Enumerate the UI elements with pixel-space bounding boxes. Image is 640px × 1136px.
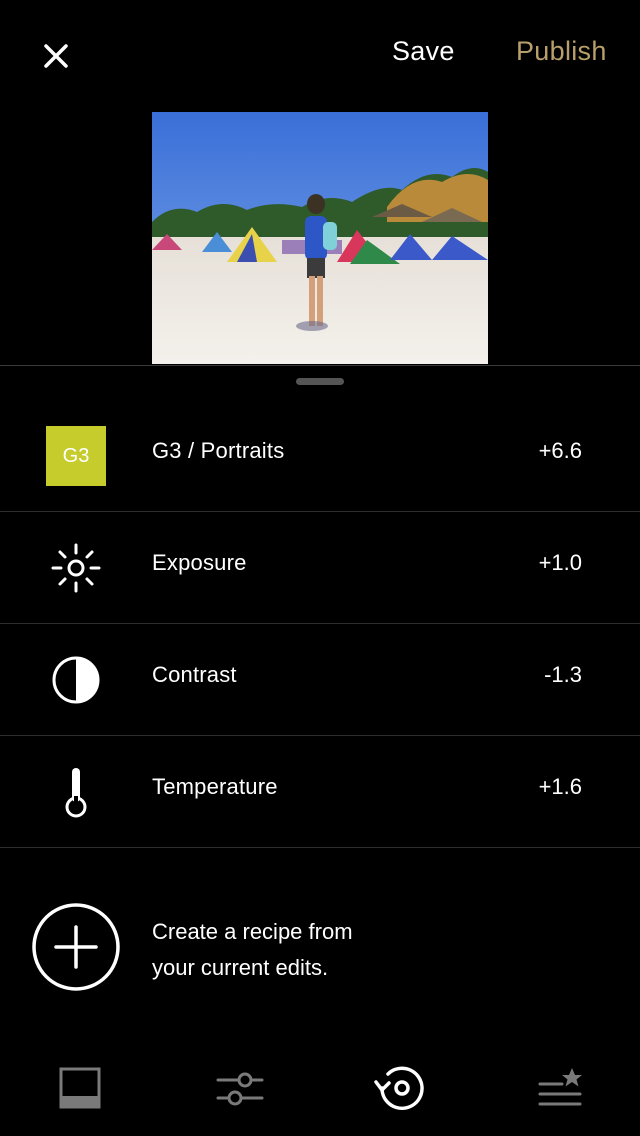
edit-row-temperature[interactable]: Temperature +1.6: [0, 736, 640, 848]
close-button[interactable]: [36, 36, 76, 76]
edit-row-contrast[interactable]: Contrast -1.3: [0, 624, 640, 736]
tab-history[interactable]: [370, 1058, 430, 1118]
exposure-icon: [46, 538, 106, 598]
history-icon: [374, 1066, 424, 1110]
tab-presets[interactable]: [50, 1058, 110, 1118]
edit-value: -1.3: [544, 662, 582, 687]
photo-preview[interactable]: [152, 112, 488, 364]
drag-handle[interactable]: [296, 378, 344, 385]
bottom-tab-bar: [0, 1040, 640, 1136]
close-icon: [44, 44, 68, 68]
edit-row-exposure[interactable]: Exposure +1.0: [0, 512, 640, 624]
tools-icon: [216, 1072, 264, 1106]
preset-icon: G3: [46, 426, 106, 486]
create-recipe[interactable]: Create a recipe from your current edits.: [0, 880, 640, 1020]
edit-value: +6.6: [538, 438, 582, 463]
create-recipe-line-1: Create a recipe from: [152, 919, 353, 944]
tab-recipes[interactable]: [530, 1058, 590, 1118]
save-button[interactable]: Save: [392, 36, 455, 67]
add-circle-icon[interactable]: [32, 903, 120, 991]
edit-label: Temperature: [152, 774, 278, 799]
presets-icon: [59, 1067, 101, 1109]
temperature-icon: [46, 762, 106, 822]
edit-label: Contrast: [152, 662, 237, 687]
edit-label: G3 / Portraits: [152, 438, 285, 463]
publish-button[interactable]: Publish: [516, 36, 607, 67]
panel-divider: [0, 365, 640, 366]
create-recipe-text: Create a recipe from your current edits.: [152, 914, 452, 986]
create-recipe-line-2: your current edits.: [152, 955, 329, 980]
recipes-icon: [538, 1068, 582, 1106]
tab-tools[interactable]: [210, 1058, 270, 1118]
edit-label: Exposure: [152, 550, 247, 575]
top-bar: Save Publish: [0, 0, 640, 112]
edit-value: +1.6: [538, 774, 582, 799]
contrast-icon: [46, 650, 106, 710]
edit-value: +1.0: [538, 550, 582, 575]
preset-badge: G3: [46, 426, 106, 486]
edit-row-preset[interactable]: G3 G3 / Portraits +6.6: [0, 400, 640, 512]
